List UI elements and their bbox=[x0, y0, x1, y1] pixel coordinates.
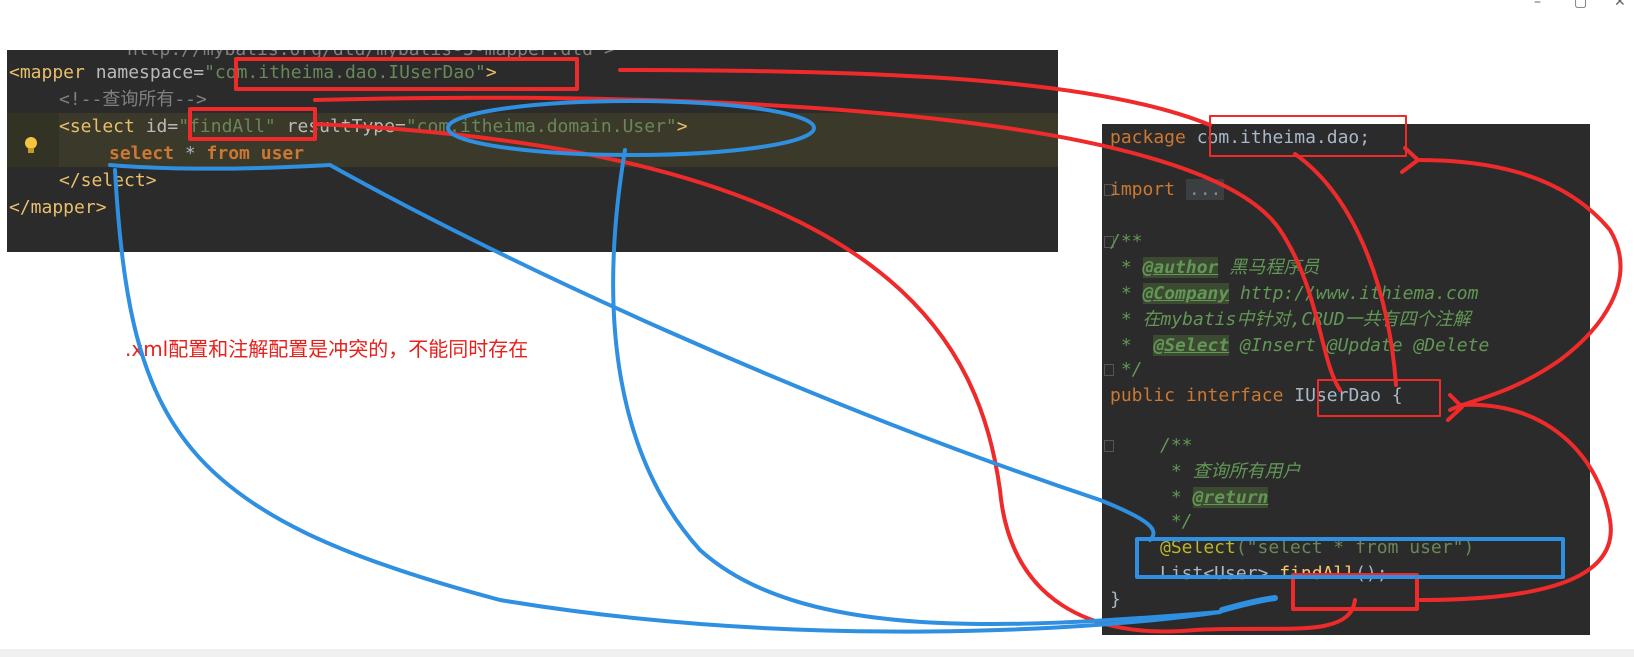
doc-annotations-line: * @Select @Insert @Update @Delete bbox=[1110, 335, 1490, 356]
mapper-tag: <mapper bbox=[9, 62, 85, 83]
conflict-note: .xml配置和注解配置是冲突的，不能同时存在 bbox=[125, 337, 529, 361]
select-tag-close: > bbox=[676, 116, 688, 137]
doc-open: /** bbox=[1110, 231, 1143, 252]
id-attr: id= bbox=[145, 116, 179, 137]
lightbulb-icon[interactable] bbox=[23, 136, 39, 156]
query-comment: <!--查询所有--> bbox=[59, 89, 207, 110]
fold-icon[interactable] bbox=[1104, 440, 1114, 452]
maximize-button[interactable]: ▢ bbox=[1574, 0, 1587, 10]
select-annotation-line: @Select("select * from user") bbox=[1160, 534, 1474, 561]
sql-table-name: user bbox=[260, 143, 305, 164]
package-keyword: package bbox=[1110, 127, 1186, 148]
doc-company-line: * @Company http://www.ithiema.com bbox=[1110, 283, 1479, 304]
import-line: import ... bbox=[1110, 176, 1225, 203]
company-tag: @Company bbox=[1142, 283, 1230, 304]
package-name: com.itheima.dao; bbox=[1196, 127, 1371, 148]
return-type: List<User> bbox=[1160, 563, 1280, 584]
annotation-sql: ("select * from user") bbox=[1235, 537, 1475, 558]
result-type-attr: resultType= bbox=[286, 116, 406, 137]
doc-crud-line: * 在mybatis中针对,CRUD一共有四个注解 bbox=[1110, 309, 1471, 330]
method-tail: (); bbox=[1355, 563, 1388, 584]
method-doc-return-line: * @return bbox=[1160, 487, 1269, 508]
method-name: findAll bbox=[1279, 563, 1356, 584]
method-declaration: List<User> findAll(); bbox=[1160, 560, 1388, 587]
method-doc-close: */ bbox=[1160, 511, 1193, 532]
author-text: 黑马程序员 bbox=[1218, 257, 1320, 278]
author-tag: @author bbox=[1142, 257, 1219, 278]
xml-mapper-editor[interactable]: http://mybatis.org/dtd/mybatis-3-mapper.… bbox=[7, 50, 1058, 252]
id-value: "findAll" bbox=[178, 116, 276, 137]
import-keyword: import bbox=[1110, 179, 1176, 200]
public-keyword: public bbox=[1110, 385, 1176, 406]
close-button[interactable]: ✕ bbox=[1614, 0, 1626, 10]
select-close-line: </select> bbox=[59, 170, 157, 191]
sql-line: select * from user bbox=[109, 140, 304, 167]
bottom-bar bbox=[0, 649, 1634, 657]
method-doc-text: * 查询所有用户 bbox=[1160, 461, 1301, 482]
mapper-open-line: <mapper namespace="com.itheima.dao.IUser… bbox=[9, 59, 497, 86]
brace-close: } bbox=[1110, 589, 1121, 610]
package-line: package com.itheima.dao; bbox=[1110, 124, 1370, 151]
mapper-tag-close: > bbox=[485, 62, 497, 83]
java-interface-editor[interactable]: package com.itheima.dao; import ... /** … bbox=[1102, 124, 1590, 635]
sql-from-keyword: from bbox=[206, 143, 250, 164]
interface-declaration: public interface IUserDao { bbox=[1110, 382, 1403, 409]
sql-select-keyword: select bbox=[109, 143, 175, 164]
doc-author-line: * @author 黑马程序员 bbox=[1110, 257, 1320, 278]
doc-close: */ bbox=[1110, 359, 1143, 380]
mapper-close-line: </mapper> bbox=[9, 197, 107, 218]
sql-star: * bbox=[174, 143, 207, 164]
select-open-line: <select id="findAll" resultType="com.ith… bbox=[59, 113, 688, 140]
return-tag: @return bbox=[1192, 487, 1269, 508]
brace-open: { bbox=[1380, 385, 1403, 406]
collapsed-imports[interactable]: ... bbox=[1185, 179, 1225, 200]
method-doc-open: /** bbox=[1160, 435, 1193, 456]
namespace-attr: namespace= bbox=[95, 62, 205, 83]
minimize-button[interactable]: – bbox=[1534, 0, 1541, 10]
namespace-value: "com.itheima.dao.IUserDao" bbox=[204, 62, 486, 83]
result-type-value: "com.itheima.domain.User" bbox=[405, 116, 677, 137]
select-tag: <select bbox=[59, 116, 135, 137]
select-annotation: @Select bbox=[1160, 537, 1236, 558]
other-annotations: @Insert @Update @Delete bbox=[1229, 335, 1490, 356]
interface-name: IUserDao bbox=[1294, 385, 1381, 406]
company-text: http://www.ithiema.com bbox=[1229, 283, 1479, 304]
select-doc-tag: @Select bbox=[1153, 335, 1230, 356]
interface-keyword: interface bbox=[1185, 385, 1284, 406]
